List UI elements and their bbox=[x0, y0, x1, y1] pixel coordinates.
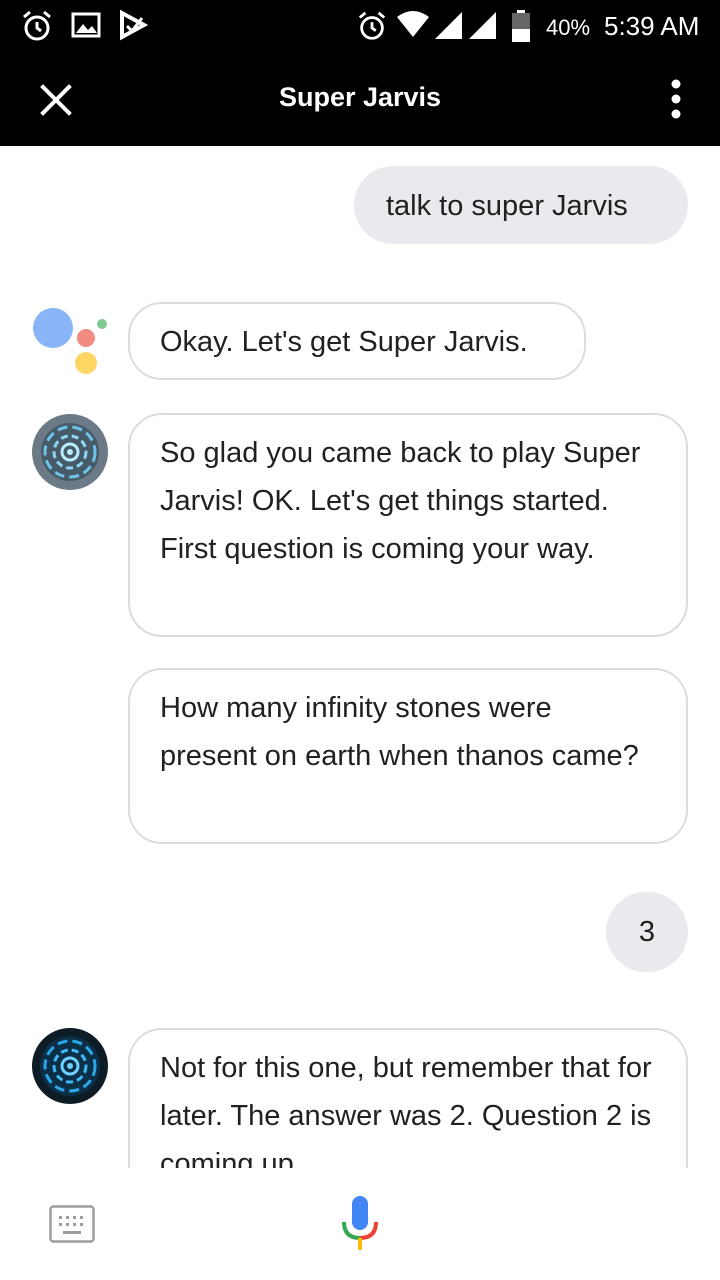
message-text: Okay. Let's get Super Jarvis. bbox=[160, 326, 528, 358]
conversation: talk to super Jarvis Okay. Let's get Sup… bbox=[0, 146, 720, 1168]
battery-icon bbox=[512, 10, 530, 42]
app-bar: Super Jarvis bbox=[0, 52, 720, 146]
keyboard-icon[interactable] bbox=[49, 1205, 95, 1243]
gallery-icon bbox=[71, 12, 101, 38]
signal-icon bbox=[435, 12, 462, 39]
clock: 5:39 AM bbox=[604, 11, 700, 41]
input-bar bbox=[0, 1168, 720, 1280]
super-jarvis-avatar bbox=[32, 414, 108, 490]
signal-icon bbox=[469, 12, 496, 39]
message-text: How many infinity stones were present on… bbox=[160, 692, 639, 772]
alarm-icon bbox=[23, 10, 51, 41]
super-jarvis-avatar bbox=[32, 1028, 108, 1104]
user-message: 3 bbox=[606, 892, 688, 972]
mic-icon[interactable] bbox=[338, 1194, 382, 1254]
wifi-icon bbox=[397, 11, 429, 37]
message-text: So glad you came back to play Super Jarv… bbox=[160, 437, 641, 565]
bot-message: So glad you came back to play Super Jarv… bbox=[128, 413, 688, 637]
app-notification-icon bbox=[120, 9, 148, 41]
message-text: Not for this one, but remember that for … bbox=[160, 1052, 652, 1168]
more-vert-icon[interactable] bbox=[660, 76, 692, 122]
assistant-message: Okay. Let's get Super Jarvis. bbox=[128, 302, 586, 380]
page-title: Super Jarvis bbox=[278, 82, 442, 112]
status-bar: 40% 5:39 AM bbox=[0, 0, 720, 52]
message-text: 3 bbox=[638, 916, 656, 948]
bot-message: Not for this one, but remember that for … bbox=[128, 1028, 688, 1168]
google-assistant-icon bbox=[33, 308, 107, 374]
bot-message: How many infinity stones were present on… bbox=[128, 668, 688, 844]
battery-percent: 40% bbox=[546, 15, 591, 40]
message-text: talk to super Jarvis bbox=[386, 190, 628, 222]
alarm-icon bbox=[358, 11, 386, 40]
user-message: talk to super Jarvis bbox=[354, 166, 688, 244]
